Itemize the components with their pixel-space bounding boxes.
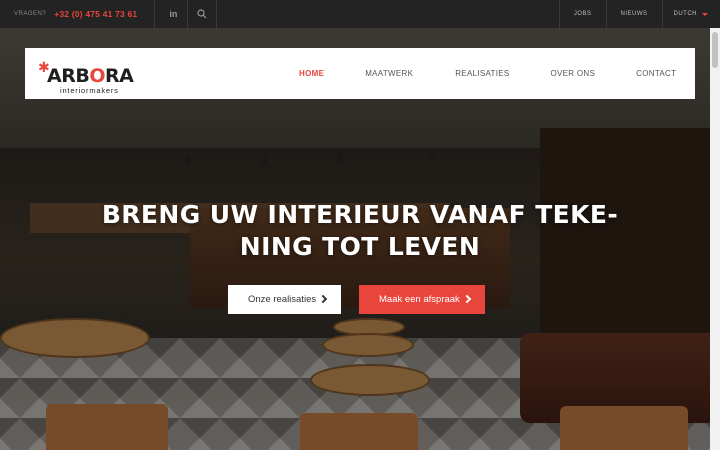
- realisaties-button[interactable]: Onze realisaties: [228, 285, 341, 314]
- nav-item-over-ons[interactable]: OVER ONS: [551, 69, 596, 78]
- divider: [154, 0, 156, 28]
- realisaties-button-label: Onze realisaties: [248, 294, 317, 305]
- hero-headline-line1: BRENG UW INTERIEUR VANAF TEKE-: [101, 200, 619, 229]
- nav-item-maatwerk[interactable]: MAATWERK: [365, 69, 413, 78]
- language-select[interactable]: DUTCH: [663, 11, 720, 17]
- hero-headline: BRENG UW INTERIEUR VANAF TEKE- NING TOT …: [60, 199, 660, 263]
- appointment-button[interactable]: Maak een afspraak: [359, 285, 485, 314]
- main-nav: HOME MAATWERK REALISATIES OVER ONS CONTA…: [299, 48, 676, 99]
- logo[interactable]: ✱ ARBORA interiormakers: [37, 54, 147, 95]
- top-link-jobs[interactable]: JOBS: [560, 11, 606, 17]
- scrollbar-thumb[interactable]: [712, 32, 718, 68]
- search-icon[interactable]: [188, 9, 216, 19]
- chevron-right-icon: [318, 294, 328, 304]
- top-link-nieuws[interactable]: NIEUWS: [607, 11, 662, 17]
- hero-headline-line2: NING TOT LEVEN: [239, 232, 481, 261]
- chevron-right-icon: [462, 294, 472, 304]
- logo-wordmark: ARBORA: [47, 64, 134, 87]
- language-label: DUTCH: [673, 11, 697, 17]
- top-bar: VRAGEN? +32 (0) 475 41 73 61 in JOBS NIE…: [0, 0, 720, 28]
- phone-link[interactable]: +32 (0) 475 41 73 61: [54, 9, 137, 19]
- appointment-button-label: Maak een afspraak: [379, 294, 460, 305]
- nav-item-contact[interactable]: CONTACT: [636, 69, 676, 78]
- logo-subtitle: interiormakers: [60, 85, 119, 95]
- nav-item-home[interactable]: HOME: [299, 69, 324, 78]
- linkedin-icon[interactable]: in: [159, 9, 187, 19]
- top-links: JOBS NIEUWS DUTCH: [558, 0, 720, 28]
- question-label: VRAGEN?: [14, 11, 47, 17]
- nav-item-realisaties[interactable]: REALISATIES: [455, 69, 509, 78]
- main-header: ✱ ARBORA interiormakers HOME MAATWERK RE…: [25, 48, 695, 99]
- divider: [216, 0, 218, 28]
- scrollbar[interactable]: [710, 28, 720, 450]
- chevron-down-icon: [702, 12, 708, 16]
